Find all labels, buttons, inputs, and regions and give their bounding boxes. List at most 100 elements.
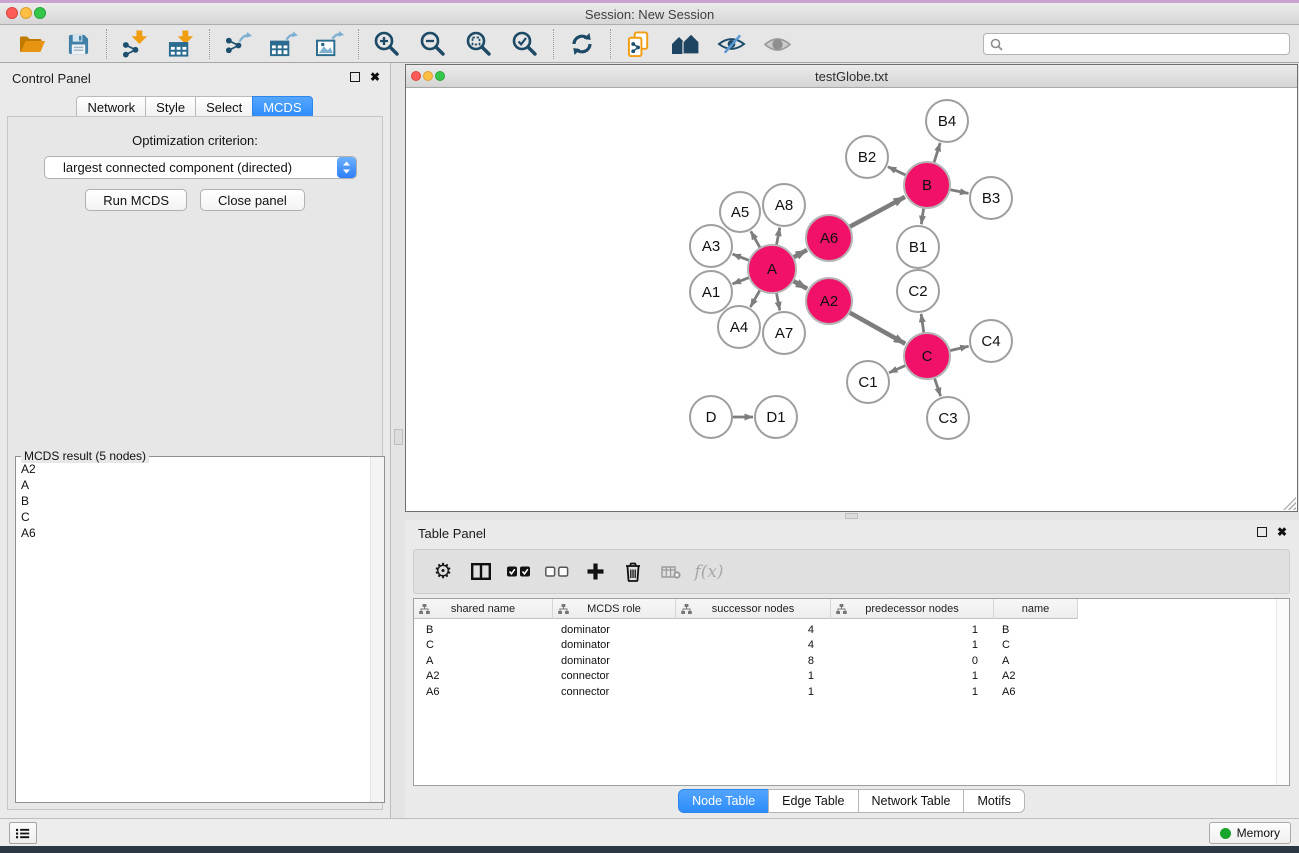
table-row[interactable]: Bdominator41B [414, 622, 1277, 638]
hierarchy-icon [836, 604, 847, 614]
close-panel-button[interactable]: Close panel [200, 189, 305, 211]
mcds-buttons-row: Run MCDS Close panel [8, 189, 382, 211]
tab-network-table[interactable]: Network Table [858, 789, 965, 813]
table-cell: connector [553, 686, 676, 698]
mcds-result-item[interactable]: C [16, 509, 370, 525]
mcds-result-item[interactable]: A [16, 477, 370, 493]
refresh-icon [569, 31, 595, 57]
graph-edge-C-C3[interactable] [934, 377, 941, 396]
close-panel-icon[interactable]: ✖ [370, 72, 380, 82]
clone-network-button[interactable] [622, 28, 656, 61]
export-table-button[interactable] [267, 28, 301, 61]
graph-edge-A-A7[interactable] [776, 292, 780, 311]
export-image-button[interactable] [313, 28, 347, 61]
zoom-out-button[interactable] [416, 28, 450, 61]
graph-edge-B-B1[interactable] [921, 207, 924, 224]
column-header-name[interactable]: name [994, 599, 1078, 619]
open-session-button[interactable] [15, 28, 49, 61]
table-row[interactable]: A6connector11A6 [414, 684, 1277, 700]
select-stepper-icon [337, 157, 356, 178]
import-network-button[interactable] [118, 28, 152, 61]
import-table-button[interactable] [164, 28, 198, 61]
column-header-MCDS-role[interactable]: MCDS role [553, 599, 676, 619]
hide-details-button[interactable] [714, 28, 748, 61]
import-network-icon [121, 30, 150, 58]
graph-edge-C-C1[interactable] [889, 365, 907, 373]
deselect-all-columns-button[interactable] [538, 554, 576, 590]
tab-node-table[interactable]: Node Table [678, 789, 769, 813]
graph-node-label: C3 [938, 410, 957, 427]
optimization-criterion-select[interactable]: largest connected component (directed) [44, 156, 357, 179]
horizontal-splitter-handle[interactable] [845, 513, 858, 519]
tab-edge-table[interactable]: Edge Table [768, 789, 858, 813]
graph-edge-A-A2[interactable] [792, 280, 807, 289]
close-panel-icon[interactable]: ✖ [1277, 527, 1287, 537]
save-session-button[interactable] [61, 28, 95, 61]
overview-button[interactable] [760, 28, 794, 61]
float-panel-icon[interactable] [350, 72, 360, 82]
graph-edge-A2-C[interactable] [848, 312, 905, 344]
graph-edge-A6-B[interactable] [848, 197, 905, 228]
graph-edge-A-A8[interactable] [776, 228, 780, 247]
run-mcds-button[interactable]: Run MCDS [85, 189, 187, 211]
app-window: Session: New Session Control Panel [0, 0, 1299, 853]
mcds-result-item[interactable]: B [16, 493, 370, 509]
graph-edge-A-A4[interactable] [750, 289, 760, 307]
trash-icon [624, 562, 642, 582]
network-canvas[interactable]: B4B2BB3A5A8A6A3AB1A1C2A2A4A7C4CC1DD1C3 [406, 87, 1297, 511]
mcds-scrollbar[interactable] [370, 457, 384, 802]
zoom-selected-button[interactable] [508, 28, 542, 61]
graph-node-label: B [922, 177, 932, 194]
control-panel-title: Control Panel [12, 71, 91, 86]
task-history-button[interactable] [9, 822, 37, 844]
graph-node-label: A3 [702, 238, 720, 255]
graph-edge-B-B4[interactable] [934, 143, 941, 164]
tab-motifs[interactable]: Motifs [963, 789, 1024, 813]
column-layout-button[interactable] [462, 554, 500, 590]
table-scrollbar[interactable] [1276, 599, 1289, 785]
memory-label: Memory [1237, 826, 1280, 840]
function-builder-button[interactable]: f(x) [690, 554, 728, 590]
search-input[interactable] [1008, 36, 1283, 52]
toolbar-separator [209, 29, 210, 59]
graph-edge-C-C2[interactable] [921, 314, 924, 334]
graph-edge-A-A5[interactable] [751, 231, 761, 249]
zoom-fit-button[interactable] [462, 28, 496, 61]
graph-edge-B-B2[interactable] [888, 167, 907, 176]
delete-column-button[interactable] [614, 554, 652, 590]
graph-edge-A-A1[interactable] [733, 277, 751, 284]
zoom-in-button[interactable] [370, 28, 404, 61]
table-settings-button[interactable]: ⚙ [424, 554, 462, 590]
table-cell: A [994, 655, 1078, 667]
table-cell: 8 [676, 655, 831, 667]
graph-edge-A-A3[interactable] [733, 254, 751, 261]
control-panel: Control Panel ✖ Network Style Select MCD… [0, 63, 391, 818]
float-panel-icon[interactable] [1257, 527, 1267, 537]
refresh-button[interactable] [565, 28, 599, 61]
graph-edge-B-B3[interactable] [949, 189, 969, 193]
graph-edge-A-A6[interactable] [792, 250, 807, 258]
graph-edge-C-C4[interactable] [948, 346, 968, 351]
vertical-splitter-handle[interactable] [394, 429, 403, 445]
node-table: shared nameMCDS rolesuccessor nodesprede… [413, 598, 1290, 786]
column-header-predecessor-nodes[interactable]: predecessor nodes [831, 599, 994, 619]
main-toolbar [0, 26, 1299, 63]
select-all-columns-button[interactable] [500, 554, 538, 590]
table-cell: 1 [831, 624, 994, 636]
mcds-result-item[interactable]: A2 [16, 461, 370, 477]
table-row[interactable]: Cdominator41C [414, 638, 1277, 654]
clone-network-icon [626, 31, 653, 58]
graph-node-label: A4 [730, 319, 748, 336]
add-column-button[interactable] [576, 554, 614, 590]
mcds-result-item[interactable]: A6 [16, 525, 370, 541]
column-header-shared-name[interactable]: shared name [414, 599, 553, 619]
open-folder-icon [18, 33, 46, 56]
home-layout-button[interactable] [668, 28, 702, 61]
delete-table-button[interactable] [652, 554, 690, 590]
column-header-successor-nodes[interactable]: successor nodes [676, 599, 831, 619]
memory-button[interactable]: Memory [1209, 822, 1291, 844]
table-row[interactable]: A2connector11A2 [414, 669, 1277, 685]
table-row[interactable]: Adominator80A [414, 653, 1277, 669]
export-network-button[interactable] [221, 28, 255, 61]
table-cell: 0 [831, 655, 994, 667]
